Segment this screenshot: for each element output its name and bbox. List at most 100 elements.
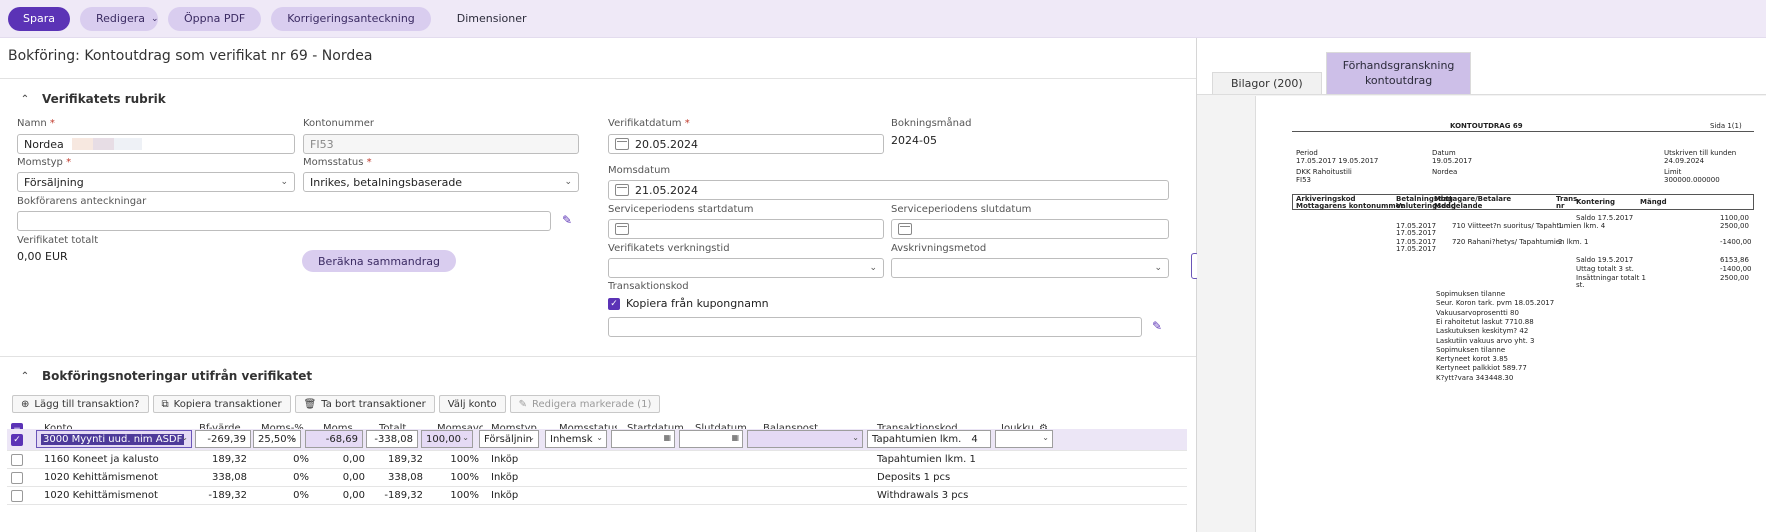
- save-button[interactable]: Spara: [8, 6, 70, 31]
- momstyp-edit-field[interactable]: Försäljnin ⌄: [479, 430, 539, 448]
- calendar-icon[interactable]: [615, 223, 629, 235]
- account-label: Kontonummer: [303, 118, 374, 129]
- cell-momsavdrag: 100%: [450, 454, 479, 465]
- name-field[interactable]: Nordea: [17, 134, 295, 154]
- preview-note-line: Laskutiin vakuus arvo yht. 3: [1436, 336, 1535, 345]
- delete-transactions-button[interactable]: 🗑 Ta bort transaktioner: [294, 395, 435, 413]
- copy-from-coupon-checkbox[interactable]: ✓ Kopiera från kupongnamn: [608, 297, 769, 310]
- chevron-up-icon[interactable]: ⌃: [18, 92, 32, 106]
- calendar-icon[interactable]: [615, 138, 629, 150]
- moms-pct-edit-field[interactable]: 25,50% ⌄: [253, 430, 301, 448]
- edit-selected-label: Redigera markerade (1): [532, 398, 652, 410]
- bf-edit-field[interactable]: -269,39: [195, 430, 251, 448]
- voucher-date-field[interactable]: 20.05.2024: [608, 134, 884, 154]
- calendar-icon[interactable]: ▦: [731, 433, 739, 442]
- pencil-icon[interactable]: ✎: [1152, 319, 1162, 333]
- account-value: FI53: [310, 137, 334, 151]
- preview-tx1-text: 710 Viitteet?n suoritus/ Tapahtumien lkm…: [1452, 222, 1606, 230]
- transaction-code-field[interactable]: [608, 317, 1142, 337]
- row-checkbox[interactable]: [7, 469, 33, 486]
- dimensions-button[interactable]: Dimensioner: [441, 7, 543, 31]
- checkbox-icon[interactable]: [11, 471, 23, 484]
- calendar-icon[interactable]: [898, 223, 912, 235]
- cell-moms: 0,00: [342, 472, 365, 483]
- main-toolbar: Spara Redigera ⌄ Öppna PDF Korrigeringsan…: [0, 0, 1766, 38]
- cell-moms: 0,00: [342, 490, 365, 501]
- postings-toolbar: ⊕ Lägg till transaktion? ⧉ Kopiera transak…: [12, 395, 661, 413]
- row-checkbox[interactable]: ✓: [7, 429, 33, 450]
- account-field: FI53: [303, 134, 579, 154]
- correction-label: Korrigeringsanteckning: [287, 12, 415, 25]
- edit-selected-button[interactable]: ✎ Redigera markerade (1): [509, 395, 661, 413]
- tab-attachments-label: Bilagor (200): [1231, 77, 1303, 90]
- voucher-editor-pane: Bokföring: Kontoutdrag som verifikat nr …: [0, 38, 1196, 532]
- section-header-postings[interactable]: ⌃ Bokföringsnoteringar utifrån verifikat…: [18, 369, 312, 383]
- table-row[interactable]: 1160 Koneet ja kalusto 189,32 0% 0,00 189,32…: [7, 451, 1187, 469]
- divider: [0, 356, 1196, 357]
- preview-bank-name: DKK Rahoitustili: [1296, 168, 1352, 176]
- startdatum-edit-field[interactable]: ▦: [611, 430, 675, 448]
- cell-transaktionskod: Deposits 1 pcs: [877, 472, 951, 483]
- section-header-voucher[interactable]: ⌃ Verifikatets rubrik: [18, 92, 166, 106]
- add-transaction-label: Lägg till transaktion?: [34, 398, 140, 410]
- row-checkbox[interactable]: [7, 451, 33, 468]
- calculate-summary-button[interactable]: Beräkna sammandrag: [302, 250, 456, 272]
- table-row[interactable]: 1020 Kehittämismenot -189,32 0% 0,00 -189,32…: [7, 487, 1187, 505]
- calendar-icon[interactable]: [615, 184, 629, 196]
- copy-transactions-button[interactable]: ⧉ Kopiera transaktioner: [152, 395, 291, 413]
- validity-select[interactable]: ⌄: [608, 258, 884, 278]
- edit-icon: ✎: [518, 398, 527, 410]
- cell-momstyp: Inköp: [491, 490, 519, 501]
- preview-note-line: K?ytt?vara 343448.30: [1436, 373, 1514, 382]
- preview-bank-account: FI53: [1296, 176, 1311, 184]
- momsstatus-edit-field[interactable]: Inhemsk ⌄: [545, 430, 607, 448]
- row-checkbox[interactable]: [7, 487, 33, 504]
- momsavdrag-edit-field[interactable]: 100,00 ⌄: [421, 430, 473, 448]
- calendar-icon[interactable]: ▦: [663, 433, 671, 442]
- chevron-down-icon: ⌄: [528, 433, 535, 442]
- account-edit-field[interactable]: 3000 Myynti uud. nim ASDF ⌄: [36, 430, 192, 448]
- correction-note-button[interactable]: Korrigeringsanteckning: [271, 6, 431, 31]
- open-pdf-label: Öppna PDF: [184, 12, 246, 25]
- validity-label: Verifikatets verkningstid: [608, 243, 730, 254]
- chevron-down-icon: ⌄: [596, 433, 603, 442]
- tab-statement-preview[interactable]: Förhandsgranskning kontoutdrag: [1325, 52, 1472, 94]
- joukku-edit-field[interactable]: ⌄: [995, 430, 1053, 448]
- transaktionskod-edit-field[interactable]: Tapahtumien lkm. 4: [867, 430, 991, 448]
- section-title: Verifikatets rubrik: [42, 92, 166, 106]
- preview-col-trans-2: nr: [1556, 202, 1565, 210]
- checkbox-icon[interactable]: [11, 453, 23, 466]
- checkmark-icon[interactable]: ✓: [11, 433, 23, 446]
- open-pdf-button[interactable]: Öppna PDF: [168, 6, 262, 31]
- choose-account-button[interactable]: Välj konto: [438, 395, 506, 413]
- chevron-up-icon[interactable]: ⌃: [18, 369, 32, 383]
- tab-attachments[interactable]: Bilagor (200): [1212, 72, 1322, 94]
- total-value: 0,00 EUR: [17, 250, 68, 263]
- service-start-field[interactable]: [608, 219, 884, 239]
- divider: [0, 78, 1196, 79]
- preview-date-label: Datum: [1432, 149, 1456, 157]
- moms-edit-field[interactable]: -68,69: [305, 430, 363, 448]
- cell-transaktionskod: Tapahtumien lkm. 1: [877, 454, 976, 465]
- totalt-edit-field[interactable]: -338,08: [366, 430, 418, 448]
- vat-status-value: Inrikes, betalningsbaserade: [310, 175, 463, 189]
- table-row[interactable]: 1020 Kehittämismenot 338,08 0% 0,00 338,08 10…: [7, 469, 1187, 487]
- vat-status-select[interactable]: Inrikes, betalningsbaserade ⌄: [303, 172, 579, 192]
- edit-dropdown-button[interactable]: Redigera ⌄: [80, 6, 159, 31]
- table-row-editing[interactable]: ✓ 3000 Myynti uud. nim ASDF ⌄ -269,39 25,…: [7, 429, 1187, 451]
- depreciation-select[interactable]: ⌄: [891, 258, 1169, 278]
- vat-type-select[interactable]: Försäljning ⌄: [17, 172, 295, 192]
- preview-col-amount: Mängd: [1640, 198, 1667, 206]
- add-transaction-button[interactable]: ⊕ Lägg till transaktion?: [12, 395, 149, 413]
- balanspost-edit-field[interactable]: ⌄: [747, 430, 863, 448]
- notes-field[interactable]: [17, 211, 551, 231]
- checkbox-icon[interactable]: [11, 489, 23, 502]
- cell-moms: 0,00: [342, 454, 365, 465]
- checkmark-icon[interactable]: ✓: [608, 297, 620, 310]
- service-end-field[interactable]: [891, 219, 1169, 239]
- slutdatum-edit-field[interactable]: ▦: [679, 430, 743, 448]
- save-label: Spara: [23, 12, 55, 25]
- vat-type-label: Momstyp *: [17, 157, 72, 168]
- pencil-icon[interactable]: ✎: [562, 213, 572, 227]
- vat-date-field[interactable]: 21.05.2024: [608, 180, 1169, 200]
